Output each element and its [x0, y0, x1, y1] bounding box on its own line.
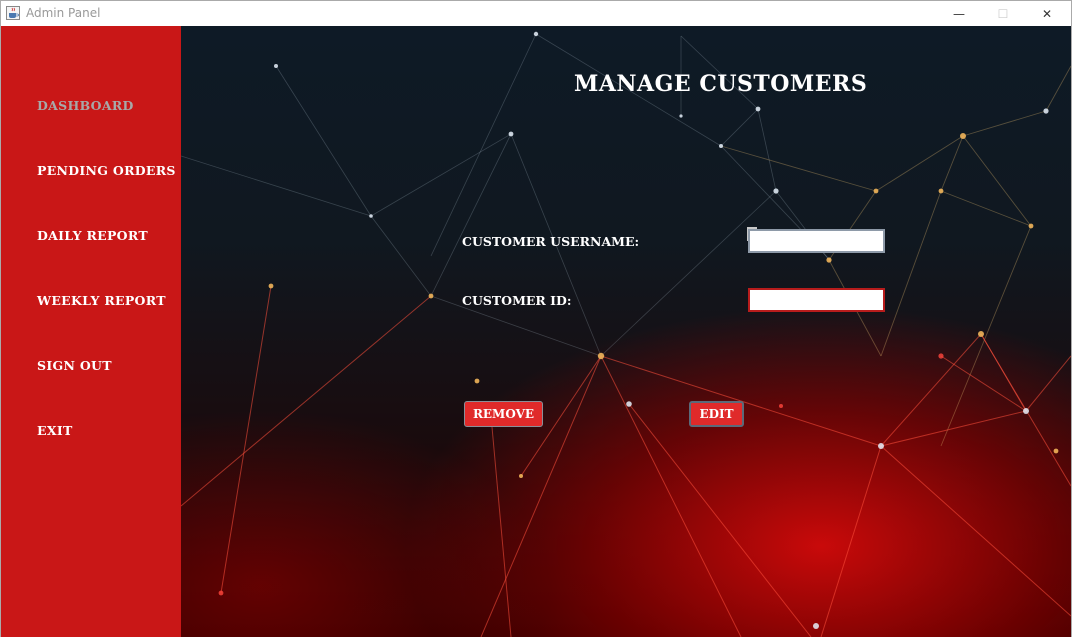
customer-username-input[interactable]	[748, 229, 885, 253]
page-title: Manage Customers	[574, 71, 868, 97]
sidebar-item-pending-orders[interactable]: Pending Orders	[37, 163, 176, 178]
network-background-image	[181, 31, 1071, 637]
edit-button[interactable]: Edit	[689, 401, 744, 427]
maximize-button[interactable]: ☐	[980, 1, 1026, 26]
sidebar-item-weekly-report[interactable]: Weekly Report	[37, 293, 166, 308]
customer-id-input[interactable]	[748, 288, 885, 312]
maximize-icon: ☐	[997, 6, 1009, 21]
sidebar-item-daily-report[interactable]: Daily Report	[37, 228, 148, 243]
minimize-icon: —	[953, 6, 965, 21]
close-icon: ✕	[1041, 6, 1053, 21]
java-cup-icon	[6, 6, 20, 20]
main-content: Manage Customers Customer Username: Cust…	[181, 26, 1071, 637]
customer-id-label: Customer ID:	[462, 293, 572, 308]
minimize-button[interactable]: —	[936, 1, 982, 26]
sidebar-item-exit[interactable]: Exit	[37, 423, 73, 438]
close-button[interactable]: ✕	[1024, 1, 1070, 26]
title-bar: Admin Panel — ☐ ✕	[1, 1, 1071, 26]
sidebar: Dashboard Pending Orders Daily Report We…	[1, 26, 181, 637]
sidebar-item-dashboard[interactable]: Dashboard	[37, 98, 134, 113]
admin-panel-window: Admin Panel — ☐ ✕ Dashboard Pending Orde…	[0, 0, 1072, 637]
customer-username-label: Customer Username:	[462, 234, 640, 249]
sidebar-item-sign-out[interactable]: Sign Out	[37, 358, 112, 373]
window-title: Admin Panel	[26, 6, 101, 20]
remove-button[interactable]: Remove	[464, 401, 543, 427]
